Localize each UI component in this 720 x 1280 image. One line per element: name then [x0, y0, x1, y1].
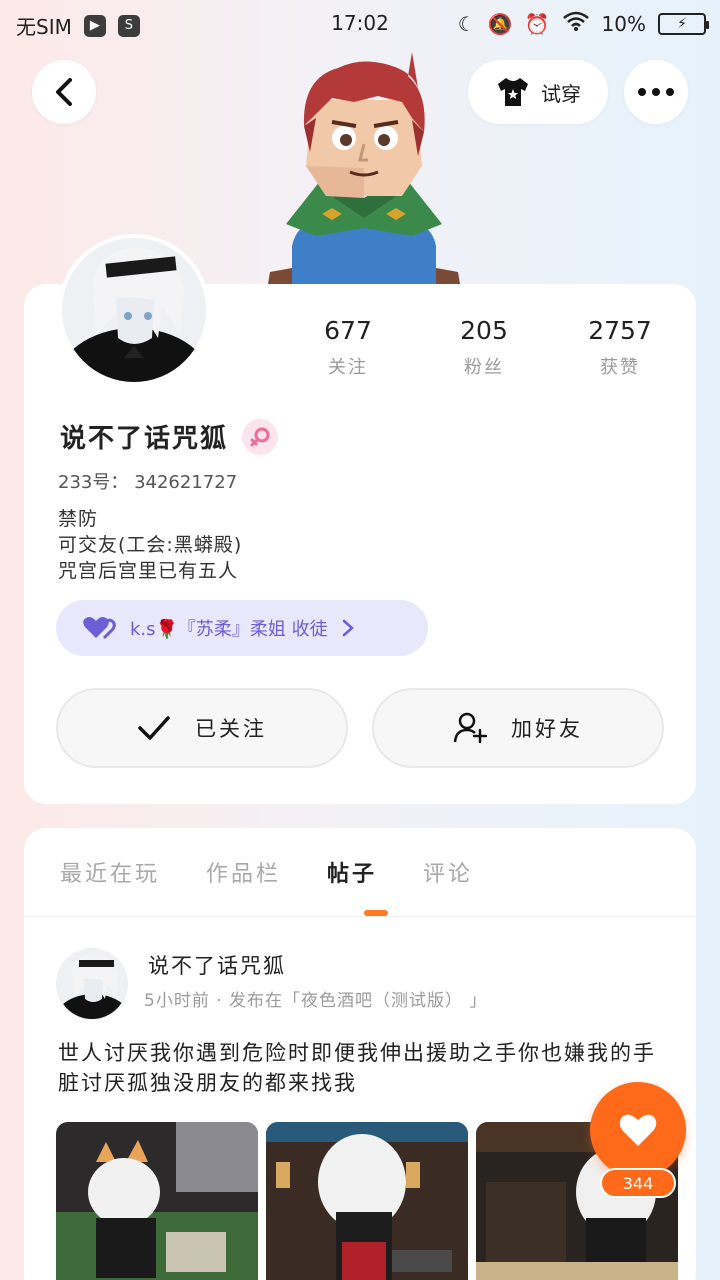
stats-row: 677 关注 205 粉丝 2757 获赞: [280, 316, 690, 379]
bio-line: 禁防: [58, 508, 99, 530]
like-button[interactable]: [590, 1082, 686, 1178]
add-friend-label: 加好友: [511, 717, 583, 741]
stat-following[interactable]: 677 关注: [280, 316, 416, 379]
double-heart-icon: [83, 617, 116, 640]
add-friend-button[interactable]: 加好友: [372, 688, 664, 768]
username-row: 说不了话咒狐: [60, 418, 279, 455]
bio-line: 咒宫后宫里已有五人: [58, 560, 239, 582]
back-button[interactable]: [32, 60, 96, 124]
user-id: 233号： 342621727: [58, 472, 238, 493]
bio-line: 可交友(工会:黑蟒殿): [58, 534, 243, 556]
post-image[interactable]: [56, 1122, 258, 1280]
avatar-3d-figure[interactable]: [262, 48, 466, 284]
tshirt-icon: [498, 78, 528, 106]
tab-posts[interactable]: 帖子: [327, 856, 377, 888]
like-count: 344: [600, 1168, 676, 1198]
post-author-avatar[interactable]: [56, 948, 128, 1020]
more-button[interactable]: [624, 60, 688, 124]
following-label: 已关注: [195, 717, 267, 741]
heart-icon: [619, 1114, 657, 1146]
try-on-button[interactable]: 试穿: [468, 60, 608, 124]
post-text[interactable]: 世人讨厌我你遇到危险时即便我伸出援助之手你也嫌我的手脏讨厌孤独没朋友的都来找我: [58, 1038, 658, 1098]
status-bar: 无SIM ▶ S 17:02 ☾ 🔕 ⏰ 10% ⚡: [0, 0, 720, 46]
stat-label: 获赞: [600, 357, 640, 378]
add-user-icon: [453, 712, 487, 744]
chevron-right-icon: [342, 619, 354, 637]
bio: 禁防 可交友(工会:黑蟒殿) 咒宫后宫里已有五人: [58, 506, 242, 584]
moon-icon: ☾: [457, 11, 476, 36]
stat-label: 关注: [328, 357, 368, 378]
stat-likes[interactable]: 2757 获赞: [552, 316, 688, 379]
mute-icon: 🔕: [487, 11, 513, 36]
tab-comments[interactable]: 评论: [423, 856, 473, 888]
stat-value: 2757: [588, 316, 652, 345]
tab-recently-played[interactable]: 最近在玩: [60, 856, 160, 888]
stat-label: 粉丝: [464, 357, 504, 378]
more-dots-icon: [638, 88, 674, 96]
master-pill-label: k.s🌹『苏柔』柔姐 收徒: [130, 619, 328, 640]
wifi-icon: [562, 10, 590, 37]
username: 说不了话咒狐: [60, 424, 229, 454]
battery-percent: 10%: [601, 11, 646, 36]
stat-followers[interactable]: 205 粉丝: [416, 316, 552, 379]
following-button[interactable]: 已关注: [56, 688, 348, 768]
tab-works[interactable]: 作品栏: [206, 856, 281, 888]
stat-value: 677: [324, 316, 372, 345]
try-on-label: 试穿: [541, 81, 581, 106]
master-apprentice-pill[interactable]: k.s🌹『苏柔』柔姐 收徒: [56, 600, 428, 656]
profile-tabs: 最近在玩 作品栏 帖子 评论: [60, 856, 473, 888]
female-gender-icon: [242, 418, 279, 455]
post-image[interactable]: [266, 1122, 468, 1280]
alarm-icon: ⏰: [524, 11, 550, 36]
user-avatar[interactable]: [58, 234, 210, 386]
post-author-name[interactable]: 说不了话咒狐: [148, 950, 286, 980]
stat-value: 205: [460, 316, 508, 345]
battery-icon: ⚡: [658, 12, 709, 35]
check-icon: [138, 716, 170, 740]
chevron-left-icon: [56, 78, 72, 106]
tabs-divider: [24, 916, 696, 917]
post-meta[interactable]: 5小时前 · 发布在「夜色酒吧（测试版） 」: [144, 986, 487, 1011]
